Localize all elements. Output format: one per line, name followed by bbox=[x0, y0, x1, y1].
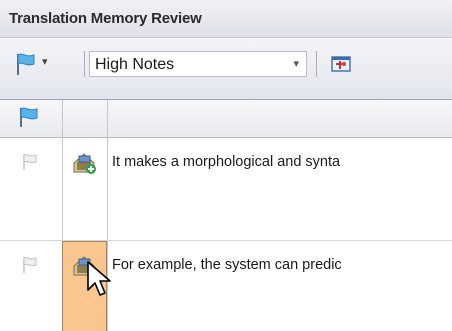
grid-header bbox=[0, 100, 452, 138]
segment-text: For example, the system can predic bbox=[112, 257, 342, 273]
panel-titlebar: Translation Memory Review bbox=[0, 0, 452, 38]
toolbar-separator bbox=[84, 51, 85, 77]
segment-text: It makes a morphological and synta bbox=[112, 154, 341, 170]
flag-icon[interactable] bbox=[20, 152, 40, 172]
tm-new-segment-icon[interactable] bbox=[70, 148, 98, 176]
pin-window-icon[interactable] bbox=[329, 52, 353, 76]
filter-select[interactable]: High Notes ▾ bbox=[89, 51, 307, 77]
flag-icon[interactable] bbox=[20, 255, 40, 275]
table-row[interactable]: It makes a morphological and synta bbox=[0, 138, 452, 241]
panel-title: Translation Memory Review bbox=[9, 10, 202, 27]
table-row[interactable]: For example, the system can predic bbox=[0, 241, 452, 331]
flag-dropdown-arrow[interactable]: ▾ bbox=[42, 55, 48, 68]
chevron-down-icon[interactable]: ▾ bbox=[293, 57, 299, 70]
mouse-cursor-icon bbox=[87, 261, 111, 296]
toolbar-separator bbox=[316, 51, 317, 77]
flag-header-icon[interactable] bbox=[15, 105, 41, 129]
flag-filter-icon[interactable] bbox=[12, 51, 38, 77]
filter-select-value: High Notes bbox=[95, 56, 175, 73]
